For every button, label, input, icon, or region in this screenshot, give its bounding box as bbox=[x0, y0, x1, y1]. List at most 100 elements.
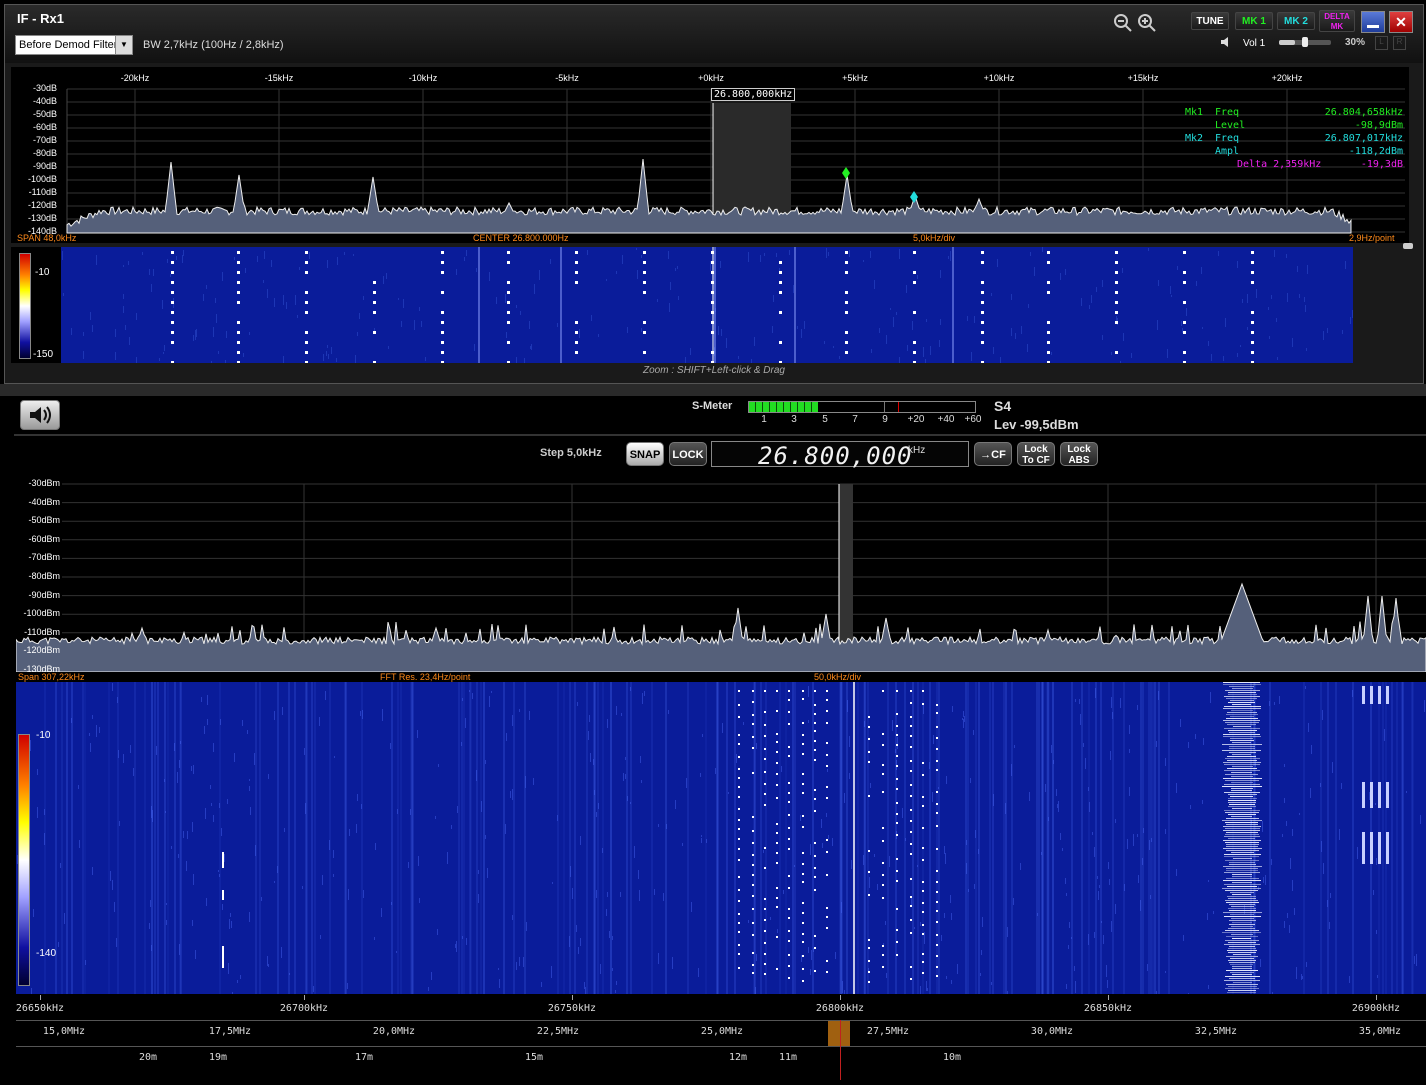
db-tick-label: -90dB bbox=[32, 161, 57, 171]
db-tick-label: -50dB bbox=[32, 109, 57, 119]
rf-freq-tick-label: 26800kHz bbox=[815, 1003, 865, 1014]
db-tick-label: -130dB bbox=[27, 213, 57, 223]
delta-mk-button[interactable]: DELTA MK bbox=[1319, 10, 1355, 32]
volume-percent: 30% bbox=[1345, 37, 1366, 48]
freq-tick-mark bbox=[40, 995, 41, 1000]
mk1-button[interactable]: MK 1 bbox=[1235, 12, 1273, 30]
marker-field: Ampl bbox=[1215, 146, 1240, 157]
smeter-scale-label: 7 bbox=[852, 414, 858, 425]
volume-slider[interactable] bbox=[1279, 37, 1331, 47]
lock-abs-button[interactable]: Lock ABS bbox=[1060, 442, 1098, 466]
rf-waterfall-color-scale[interactable] bbox=[18, 734, 30, 986]
if-wf-min-label: -150 bbox=[33, 349, 54, 360]
minimize-button[interactable] bbox=[1361, 11, 1385, 33]
rf-wf-max-label: -10 bbox=[36, 730, 51, 741]
volume-slider-thumb[interactable] bbox=[1301, 37, 1308, 47]
zoom-in-icon[interactable] bbox=[1137, 13, 1157, 33]
if-waterfall-svg bbox=[62, 247, 1353, 370]
meter-band-label: 17m bbox=[354, 1052, 374, 1063]
freq-tick-label: -20kHz bbox=[120, 73, 150, 83]
dbm-tick-label: -110dBm bbox=[24, 626, 60, 637]
level-readout: Lev -99,5dBm bbox=[994, 417, 1079, 432]
right-channel-toggle[interactable]: R bbox=[1393, 36, 1406, 50]
smeter-scale-label: 1 bbox=[761, 414, 767, 425]
rf-spectrum-view[interactable]: -30dBm -40dBm -50dBm -60dBm -70dBm -80dBm -90d… bbox=[16, 478, 1426, 674]
marker-field: Freq bbox=[1215, 107, 1240, 118]
zoom-out-icon[interactable] bbox=[1113, 13, 1133, 33]
rf-frequency-axis[interactable]: 26650kHz 26700kHz 26750kHz 26800kHz 26850kHz… bbox=[16, 995, 1426, 1019]
meter-band-label: 19m bbox=[208, 1052, 228, 1063]
mk2-button[interactable]: MK 2 bbox=[1277, 12, 1315, 30]
rf-waterfall[interactable]: -10 -140 bbox=[16, 682, 1426, 1002]
band-position-indicator[interactable] bbox=[828, 1021, 850, 1047]
freq-tick-mark bbox=[1108, 995, 1109, 1000]
dbm-tick-label: -30dBm bbox=[28, 478, 60, 488]
if-waterfall-color-scale[interactable] bbox=[19, 253, 31, 359]
filter-select[interactable]: Before Demod Filter ▼ bbox=[15, 35, 133, 55]
freq-tick-label: +15kHz bbox=[1127, 73, 1159, 83]
smeter-label: S-Meter bbox=[692, 400, 733, 412]
marker-readout: Mk1 Freq 26.804,658kHz Level -98,9dBm Mk2 Freq… bbox=[1177, 107, 1403, 172]
dbm-tick-label: -70dBm bbox=[28, 552, 60, 563]
left-channel-toggle[interactable]: L bbox=[1375, 36, 1388, 50]
rf-span-label: Span 307,22kHz bbox=[18, 672, 85, 682]
freq-tick-label: -15kHz bbox=[264, 73, 294, 83]
zoom-hint: Zoom : SHIFT+Left-click & Drag bbox=[643, 365, 785, 376]
if-panel: IF - Rx1 Before Demod Filter ▼ BW 2,7kHz… bbox=[4, 4, 1424, 384]
smeter-s9-mark bbox=[884, 402, 885, 412]
dbm-tick-label: -40dBm bbox=[28, 496, 60, 507]
meter-band-label: 20m bbox=[138, 1052, 158, 1063]
if-waterfall[interactable] bbox=[61, 247, 1353, 370]
freq-tick-label: -10kHz bbox=[408, 73, 438, 83]
lock-to-cf-line1: Lock bbox=[1024, 444, 1048, 455]
close-icon: ✕ bbox=[1395, 14, 1407, 30]
close-button[interactable]: ✕ bbox=[1389, 11, 1413, 33]
splitter-handle[interactable] bbox=[1403, 243, 1413, 249]
meter-band-scale[interactable]: 20m 19m 17m 15m 12m 11m 10m bbox=[16, 1046, 1426, 1081]
band-tick-label: 32,5MHz bbox=[1194, 1026, 1238, 1037]
div-label: 5,0kHz/div bbox=[913, 233, 956, 243]
lock-button[interactable]: LOCK bbox=[669, 442, 707, 466]
chevron-down-icon[interactable]: ▼ bbox=[115, 36, 132, 54]
tune-button[interactable]: TUNE bbox=[1191, 12, 1229, 30]
if-wf-max-label: -10 bbox=[35, 267, 50, 278]
lock-abs-line1: Lock bbox=[1067, 444, 1091, 455]
marker-value: -19,3dB bbox=[1360, 159, 1403, 170]
panel-title: IF - Rx1 bbox=[17, 11, 64, 26]
dbm-tick-label: -90dBm bbox=[28, 589, 60, 600]
filter-select-value: Before Demod Filter bbox=[19, 39, 118, 51]
band-tick-label: 15,0MHz bbox=[42, 1026, 86, 1037]
db-tick-label: -80dB bbox=[32, 148, 57, 158]
marker-readout-row: Delta 2,359kHz -19,3dB bbox=[1177, 159, 1403, 172]
dbm-tick-label: -100dBm bbox=[23, 608, 60, 619]
speaker-icon bbox=[30, 406, 51, 424]
db-tick-label: -110dB bbox=[28, 187, 57, 197]
freq-tick-label: +5kHz bbox=[842, 73, 868, 83]
smeter-scale: 1 3 5 7 9 +20 +40 +60 bbox=[748, 414, 988, 426]
marker-readout-row: Level -98,9dBm bbox=[1177, 120, 1403, 133]
band-tick-label: 20,0MHz bbox=[372, 1026, 416, 1037]
rf-div-label: 50,0kHz/div bbox=[814, 672, 862, 682]
freq-tick-label: +0kHz bbox=[698, 73, 724, 83]
marker-readout-row: Mk1 Freq 26.804,658kHz bbox=[1177, 107, 1403, 120]
snap-button[interactable]: SNAP bbox=[626, 442, 664, 466]
freq-tick-mark bbox=[840, 995, 841, 1000]
panel-divider bbox=[0, 384, 1426, 396]
band-scale[interactable]: 15,0MHz 17,5MHz 20,0MHz 22,5MHz 25,0MHz 27,5M… bbox=[16, 1020, 1426, 1047]
marker-field: Delta 2,359kHz bbox=[1237, 159, 1322, 170]
rf-freq-tick-label: 26750kHz bbox=[547, 1003, 597, 1014]
frequency-display[interactable]: 26.800,000 kHz bbox=[711, 441, 969, 470]
if-spectrum-view[interactable]: -20kHz -15kHz -10kHz -5kHz +0kHz +5kHz +10kHz +… bbox=[11, 67, 1409, 243]
speaker-icon[interactable] bbox=[1219, 35, 1233, 49]
freq-tick-mark bbox=[572, 995, 573, 1000]
db-tick-label: -120dB bbox=[27, 200, 57, 210]
divider bbox=[14, 434, 1426, 436]
meter-band-label: 15m bbox=[524, 1052, 544, 1063]
band-tick-label: 17,5MHz bbox=[208, 1026, 252, 1037]
meter-band-label: 10m bbox=[942, 1052, 962, 1063]
lock-to-cf-button[interactable]: Lock To CF bbox=[1017, 442, 1055, 466]
rf-freq-tick-label: 26700kHz bbox=[279, 1003, 329, 1014]
marker-name: Mk1 bbox=[1185, 107, 1204, 118]
to-cf-button[interactable]: →CF bbox=[974, 442, 1012, 466]
audio-mute-button[interactable] bbox=[20, 400, 60, 430]
